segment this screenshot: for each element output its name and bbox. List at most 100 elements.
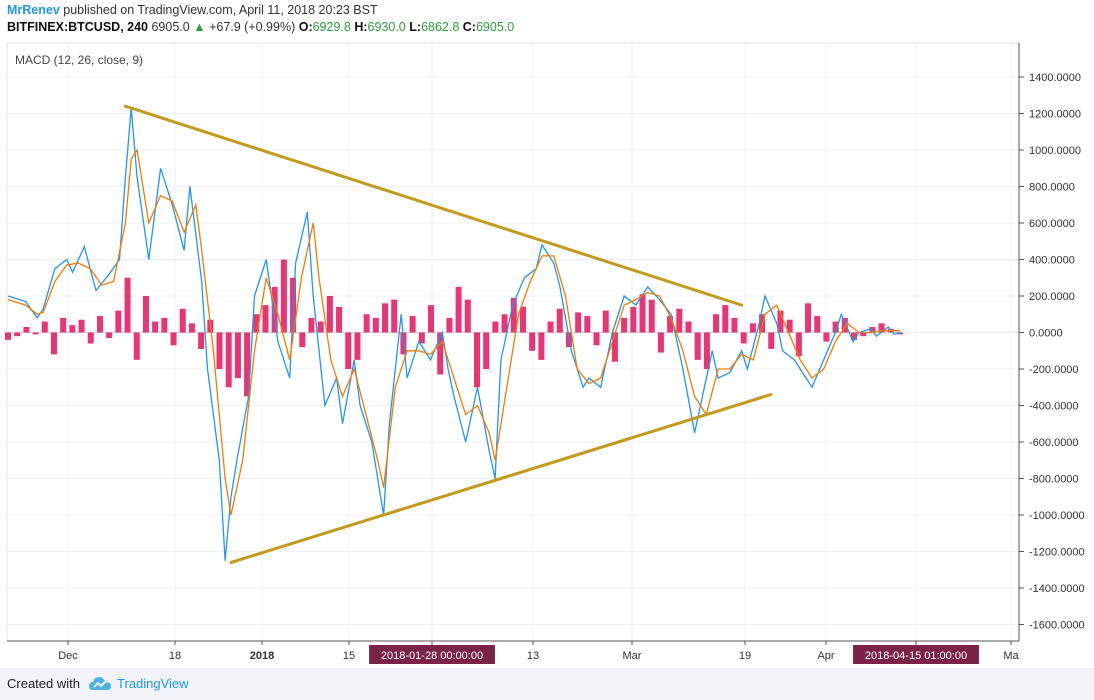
histogram-bar xyxy=(722,305,729,333)
histogram-bar xyxy=(657,332,664,353)
histogram-bar xyxy=(188,323,195,333)
tradingview-cloud-icon xyxy=(89,677,111,690)
x-tick-label: 19 xyxy=(739,650,751,662)
histogram-bar xyxy=(50,332,57,355)
histogram-bar xyxy=(639,294,646,333)
y-tick-label: -1000.0000 xyxy=(1029,510,1085,522)
histogram-bar xyxy=(317,321,324,333)
histogram-bar xyxy=(455,286,462,333)
histogram-bar xyxy=(584,316,591,333)
histogram-bar xyxy=(87,332,94,344)
histogram-bar xyxy=(713,314,720,333)
histogram-bar xyxy=(428,305,435,333)
histogram-bar xyxy=(694,332,701,360)
y-tick-label: 800.0000 xyxy=(1029,182,1075,194)
crosshair-date-label: 2018-04-15 01:00:00 xyxy=(865,650,967,662)
x-tick-label: Mar xyxy=(623,650,642,662)
histogram-bar xyxy=(161,317,168,333)
histogram-bar xyxy=(611,332,618,362)
histogram-bar xyxy=(464,299,471,333)
histogram-bar xyxy=(363,314,370,333)
histogram-bar xyxy=(676,308,683,333)
histogram-bar xyxy=(372,317,379,333)
histogram-bar xyxy=(124,277,131,333)
histogram-bar xyxy=(299,332,306,348)
y-tick-label: 0.0000 xyxy=(1029,328,1063,340)
y-tick-label: -1400.0000 xyxy=(1029,583,1085,595)
x-tick-label: 18 xyxy=(169,650,181,662)
tradingview-brand[interactable]: TradingView xyxy=(117,676,189,691)
histogram-bar xyxy=(152,321,159,333)
histogram-bar xyxy=(621,317,628,333)
histogram-bar xyxy=(483,332,490,369)
histogram-bar xyxy=(805,303,812,333)
y-tick-label: 1000.0000 xyxy=(1029,145,1081,157)
y-tick-label: -1600.0000 xyxy=(1029,620,1085,632)
indicator-title: MACD (12, 26, close, 9) xyxy=(15,53,143,67)
histogram-bar xyxy=(538,332,545,360)
histogram-bar xyxy=(14,332,21,337)
histogram-bar xyxy=(5,332,11,340)
histogram-bar xyxy=(345,332,352,369)
created-with-label: Created with xyxy=(7,676,80,691)
y-tick-label: -600.0000 xyxy=(1029,437,1079,449)
histogram-bar xyxy=(41,321,48,333)
histogram-bar xyxy=(198,332,205,349)
macd-chart[interactable]: 1400.0000 1200.0000 1000.0000 800.0000 600.0… xyxy=(0,0,1094,668)
x-tick-label: 2018 xyxy=(250,650,274,662)
histogram-bar xyxy=(768,332,775,349)
y-tick-label: -1200.0000 xyxy=(1029,547,1085,559)
x-tick-label: Ma xyxy=(1003,650,1019,662)
histogram-bar xyxy=(170,332,177,346)
histogram-bar xyxy=(133,332,140,360)
histogram-bar xyxy=(336,306,343,333)
histogram-bar xyxy=(23,327,30,333)
histogram-bar xyxy=(749,323,756,333)
histogram-bar xyxy=(234,332,241,379)
histogram-bar xyxy=(179,308,186,333)
histogram-bar xyxy=(78,319,85,333)
histogram-bar xyxy=(814,316,821,333)
histogram-bar xyxy=(492,321,499,333)
y-tick-label: 600.0000 xyxy=(1029,218,1075,230)
histogram-bar xyxy=(501,314,508,333)
y-tick-label: -800.0000 xyxy=(1029,474,1079,486)
histogram-bar xyxy=(96,316,103,333)
histogram-bar xyxy=(529,332,536,351)
histogram-bar xyxy=(473,332,480,388)
histogram-bar xyxy=(115,310,122,333)
histogram-bar xyxy=(547,321,554,333)
x-tick-label: 15 xyxy=(343,650,355,662)
histogram-bar xyxy=(216,332,223,369)
y-tick-label: -200.0000 xyxy=(1029,364,1079,376)
y-tick-label: 200.0000 xyxy=(1029,291,1075,303)
histogram-bar xyxy=(106,332,113,338)
histogram-bar xyxy=(731,317,738,333)
histogram-bar xyxy=(280,259,287,333)
histogram-bar xyxy=(602,310,609,333)
histogram-bar xyxy=(60,317,67,333)
footer: Created with TradingView xyxy=(0,668,1094,700)
histogram-bar xyxy=(32,332,39,335)
x-tick-label: Apr xyxy=(817,650,834,662)
histogram-bar xyxy=(354,332,361,360)
histogram-bar xyxy=(575,312,582,333)
histogram-bar xyxy=(556,308,563,333)
histogram-bar xyxy=(740,332,747,344)
histogram-bar xyxy=(326,296,333,333)
histogram-bar xyxy=(418,332,425,344)
x-tick-label: 13 xyxy=(527,650,539,662)
histogram-bar xyxy=(382,303,389,333)
histogram-bar xyxy=(308,317,315,333)
histogram-bar xyxy=(409,316,416,333)
histogram-bar xyxy=(519,306,526,333)
histogram-bar xyxy=(69,325,76,333)
histogram-bar xyxy=(225,332,232,388)
crosshair-date-label: 2018-01-28 00:00:00 xyxy=(381,650,483,662)
y-tick-label: 1200.0000 xyxy=(1029,109,1081,121)
histogram-bar xyxy=(630,306,637,333)
histogram-bar xyxy=(262,305,269,333)
y-tick-label: 1400.0000 xyxy=(1029,72,1081,84)
histogram-bar xyxy=(685,321,692,333)
histogram-bar xyxy=(593,332,600,346)
